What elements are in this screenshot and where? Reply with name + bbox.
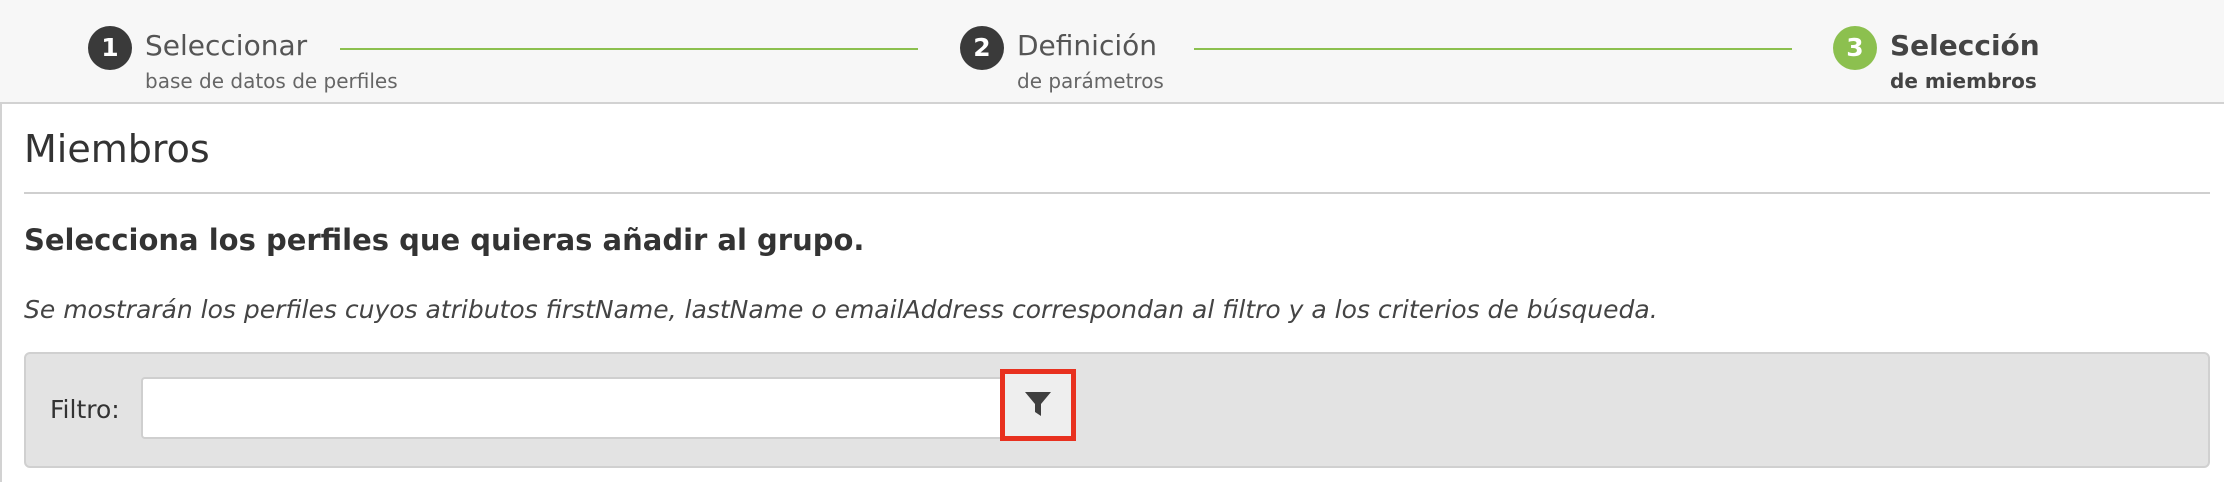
step-title: Definición xyxy=(1017,29,1157,62)
step-title: Seleccionar xyxy=(145,29,308,62)
filter-button[interactable] xyxy=(1000,369,1076,441)
step-connector xyxy=(1194,48,1792,50)
step-title: Selección xyxy=(1890,29,2040,62)
step-number-badge: 2 xyxy=(960,26,1004,70)
step-connector xyxy=(340,48,918,50)
instruction-text: Selecciona los perfiles que quieras añad… xyxy=(24,223,865,257)
title-divider xyxy=(24,192,2210,194)
filter-icon xyxy=(1025,392,1051,416)
step-subtitle: de parámetros xyxy=(1017,69,1164,93)
search-hint-text: Se mostrarán los perfiles cuyos atributo… xyxy=(24,295,1658,324)
page-title: Miembros xyxy=(24,127,210,171)
step-subtitle: base de datos de perfiles xyxy=(145,69,398,93)
step-number-badge: 1 xyxy=(88,26,132,70)
filter-panel: Filtro: xyxy=(24,352,2210,468)
step-number-badge: 3 xyxy=(1833,26,1877,70)
members-section: Miembros Selecciona los perfiles que qui… xyxy=(0,104,2224,482)
step-subtitle: de miembros xyxy=(1890,69,2037,93)
filter-label: Filtro: xyxy=(50,395,120,424)
wizard-progress: 1 Seleccionar base de datos de perfiles … xyxy=(0,0,2224,104)
filter-input[interactable] xyxy=(141,377,1009,439)
